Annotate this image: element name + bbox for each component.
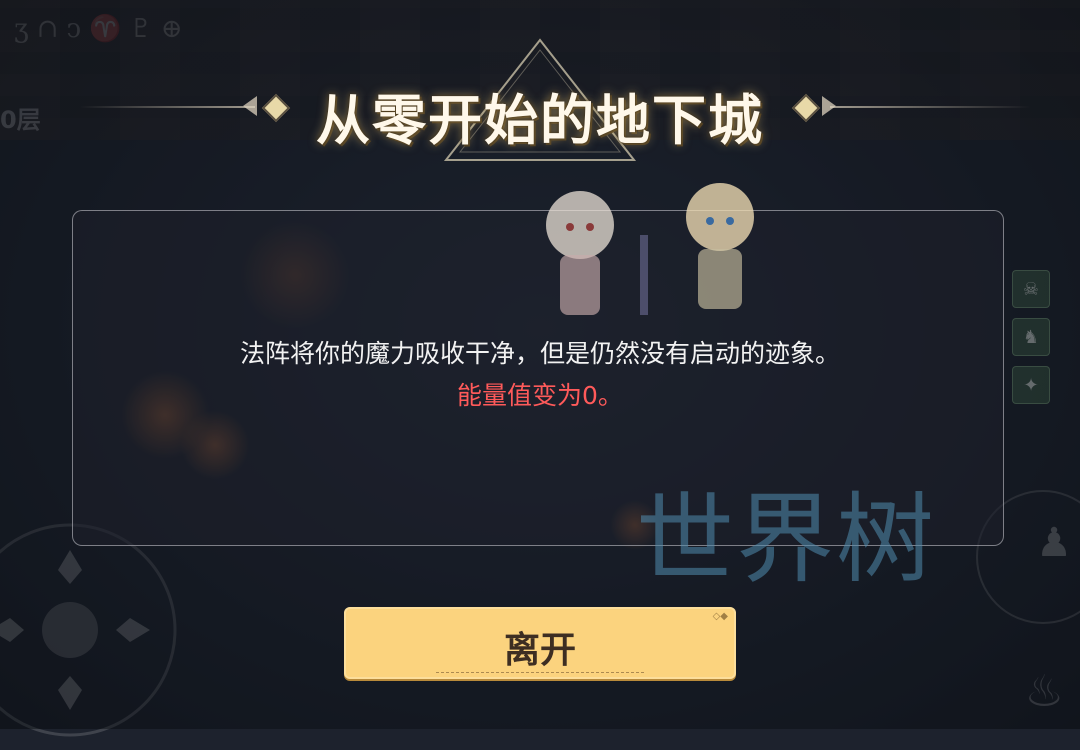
event-message: 法阵将你的魔力吸收干净，但是仍然没有启动的迹象。 [239,339,840,368]
watermark: 世界树 [636,483,937,597]
party-characters [546,183,754,315]
button-dashed-divider [436,672,644,673]
event-effect: 能量值变为0。 [457,381,623,410]
leave-button-label: 离开 [503,630,576,671]
leave-button[interactable]: ◇◆ 离开 [344,607,736,679]
title-divider-right [830,106,1030,108]
page-title: 从零开始的地下城 [316,88,764,152]
